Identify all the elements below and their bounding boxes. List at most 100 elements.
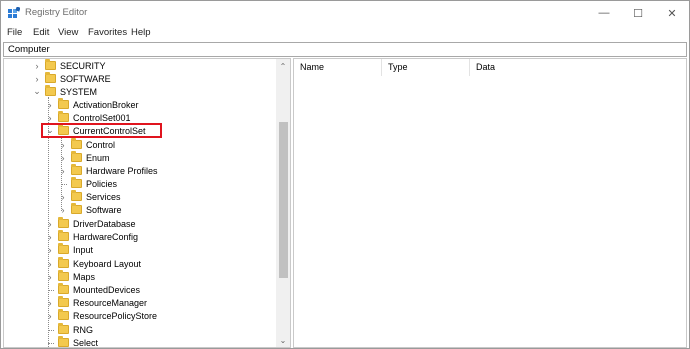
chevron-right-icon[interactable]: ›: [45, 309, 55, 322]
tree-item-control[interactable]: › Control: [58, 138, 115, 151]
tree-item-resourcepolicystore[interactable]: › ResourcePolicyStore: [45, 309, 157, 322]
tree-item-label: Input: [73, 244, 94, 255]
menu-edit[interactable]: Edit: [33, 27, 49, 38]
column-header-type[interactable]: Type: [382, 59, 470, 76]
tree-item-system[interactable]: ⌄ SYSTEM: [32, 85, 97, 98]
folder-icon: [45, 72, 56, 83]
folder-icon: [58, 296, 69, 307]
chevron-right-icon[interactable]: ›: [45, 98, 55, 111]
folder-icon: [58, 230, 69, 241]
folder-icon: [45, 59, 56, 70]
menu-help[interactable]: Help: [131, 27, 151, 38]
column-header-data[interactable]: Data: [470, 59, 686, 76]
tree-item-resourcemanager[interactable]: › ResourceManager: [45, 296, 147, 309]
tree-vertical-scrollbar[interactable]: ⌃ ⌄: [276, 59, 290, 347]
tree-item-activationbroker[interactable]: › ActivationBroker: [45, 98, 139, 111]
values-pane[interactable]: Name Type Data: [293, 58, 687, 348]
folder-icon: [58, 309, 69, 320]
address-bar[interactable]: Computer: [3, 42, 687, 57]
tree-item-label: Select: [73, 337, 99, 348]
title-bar[interactable]: Registry Editor — ☐ ✕: [1, 1, 689, 25]
tree-item-label: SOFTWARE: [60, 73, 111, 84]
folder-icon: [71, 164, 82, 175]
column-header-name[interactable]: Name: [294, 59, 382, 76]
folder-icon: [71, 151, 82, 162]
menu-bar: File Edit View Favorites Help: [1, 25, 689, 41]
folder-icon: [45, 85, 56, 96]
folder-icon: [58, 111, 69, 122]
close-button[interactable]: ✕: [655, 1, 689, 25]
tree-item-maps[interactable]: › Maps: [45, 270, 95, 283]
maximize-button[interactable]: ☐: [621, 1, 655, 25]
tree-item-keyboard-layout[interactable]: › Keyboard Layout: [45, 257, 141, 270]
chevron-right-icon[interactable]: ›: [45, 217, 55, 230]
window-title: Registry Editor: [25, 7, 88, 18]
folder-icon: [71, 177, 82, 188]
tree-item-label: Enum: [86, 152, 110, 163]
folder-icon: [58, 98, 69, 109]
tree-item-security[interactable]: › SECURITY: [32, 59, 106, 72]
scroll-down-icon[interactable]: ⌄: [276, 333, 290, 347]
tree-item-label: DriverDatabase: [73, 218, 136, 229]
chevron-right-icon[interactable]: ›: [58, 138, 68, 151]
chevron-right-icon[interactable]: ›: [58, 151, 68, 164]
scrollbar-thumb[interactable]: [279, 122, 288, 278]
tree-item-label: MountedDevices: [73, 284, 141, 295]
folder-icon: [58, 270, 69, 281]
folder-icon: [71, 203, 82, 214]
tree-item-policies[interactable]: Policies: [58, 177, 117, 190]
tree-item-label: Maps: [73, 271, 96, 282]
folder-icon: [58, 217, 69, 228]
chevron-down-icon[interactable]: ⌄: [32, 85, 42, 98]
minimize-button[interactable]: —: [587, 1, 621, 25]
folder-icon: [58, 323, 69, 334]
chevron-right-icon[interactable]: ›: [32, 72, 42, 85]
registry-editor-window: Registry Editor — ☐ ✕ File Edit View Fav…: [0, 0, 690, 349]
registry-editor-icon: [8, 7, 20, 18]
chevron-right-icon[interactable]: ›: [58, 164, 68, 177]
tree-item-software-sub[interactable]: › Software: [58, 203, 122, 216]
scroll-up-icon[interactable]: ⌃: [276, 59, 290, 73]
tree-item-label: ActivationBroker: [73, 99, 139, 110]
tree-pane[interactable]: › SECURITY › SOFTWARE ⌄ SYSTEM › Activat…: [3, 58, 291, 348]
chevron-right-icon[interactable]: ›: [58, 190, 68, 203]
tree-item-label: ControlSet001: [73, 112, 131, 123]
chevron-right-icon[interactable]: ›: [45, 270, 55, 283]
tree-item-label: HardwareConfig: [73, 231, 139, 242]
folder-icon: [71, 190, 82, 201]
tree-item-label: SYSTEM: [60, 86, 98, 97]
tree-item-enum[interactable]: › Enum: [58, 151, 110, 164]
chevron-right-icon[interactable]: ›: [45, 296, 55, 309]
tree-item-label: RNG: [73, 324, 93, 335]
tree-item-label: Control: [86, 139, 116, 150]
menu-file[interactable]: File: [7, 27, 22, 38]
chevron-right-icon[interactable]: ›: [32, 59, 42, 72]
tree-item-services[interactable]: › Services: [58, 190, 121, 203]
chevron-right-icon[interactable]: ›: [45, 243, 55, 256]
tree-item-software[interactable]: › SOFTWARE: [32, 72, 111, 85]
folder-icon: [58, 283, 69, 294]
tree-item-label: ResourcePolicyStore: [73, 310, 158, 321]
folder-icon: [58, 243, 69, 254]
tree-item-label: Services: [86, 191, 121, 202]
tree-item-label: ResourceManager: [73, 297, 148, 308]
tree-item-driverdatabase[interactable]: › DriverDatabase: [45, 217, 136, 230]
tree-item-mounteddevices[interactable]: MountedDevices: [45, 283, 140, 296]
tree-item-select[interactable]: Select: [45, 336, 99, 348]
tree-item-rng[interactable]: RNG: [45, 323, 93, 336]
chevron-right-icon[interactable]: ›: [45, 230, 55, 243]
tree-item-label: Hardware Profiles: [86, 165, 158, 176]
chevron-right-icon[interactable]: ›: [45, 257, 55, 270]
tree-item-hardware-profiles[interactable]: › Hardware Profiles: [58, 164, 158, 177]
menu-favorites[interactable]: Favorites: [88, 27, 127, 38]
chevron-right-icon[interactable]: ›: [58, 203, 68, 216]
menu-view[interactable]: View: [58, 27, 78, 38]
tree-item-input[interactable]: › Input: [45, 243, 93, 256]
tree-item-hardwareconfig[interactable]: › HardwareConfig: [45, 230, 138, 243]
folder-icon: [71, 138, 82, 149]
tree-item-label: SECURITY: [60, 60, 106, 71]
highlight-box: [41, 123, 162, 138]
